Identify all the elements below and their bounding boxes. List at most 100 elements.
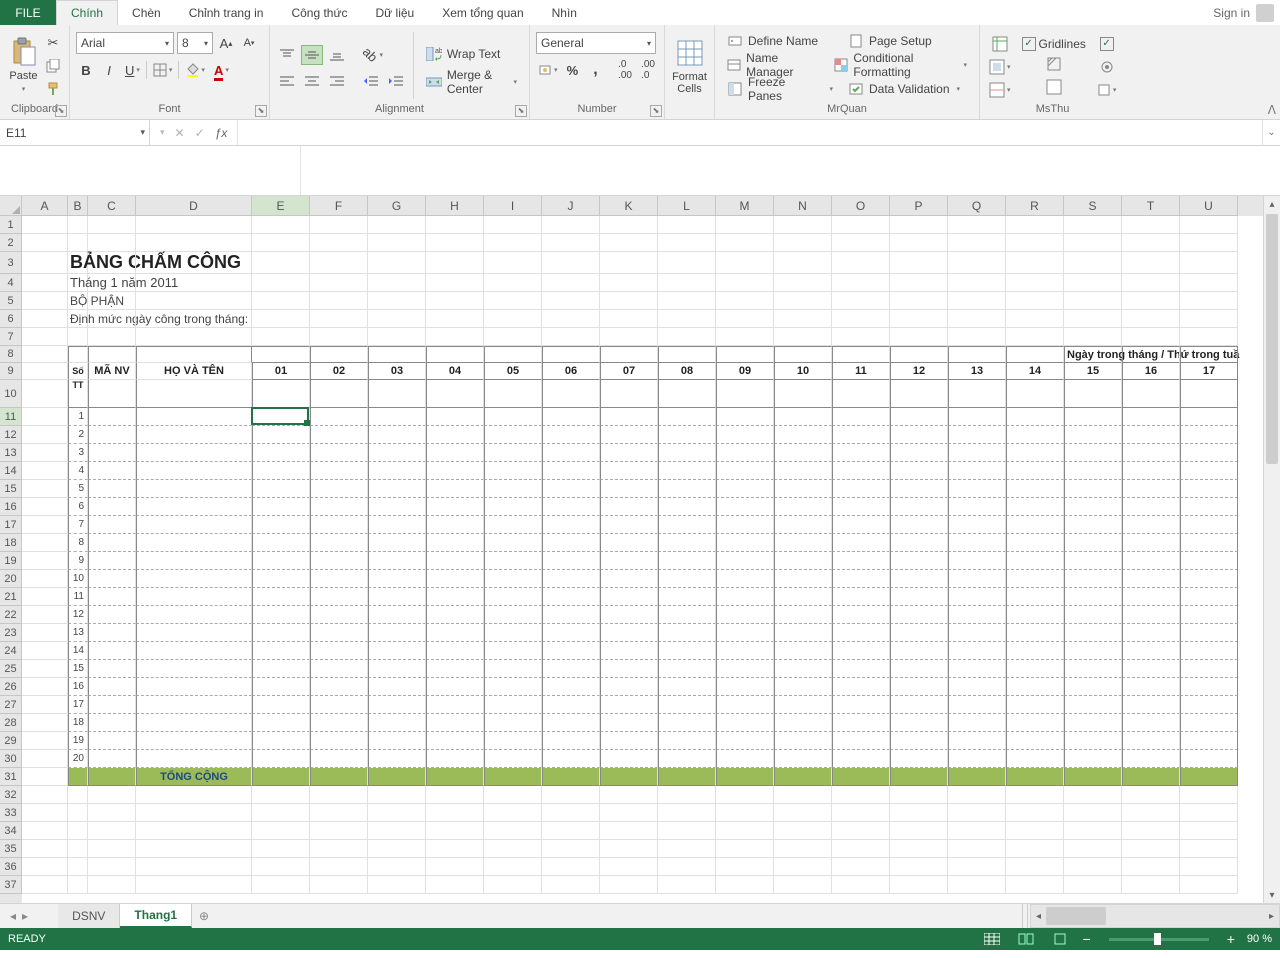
cell-L23[interactable] xyxy=(658,624,716,642)
tab-xem-tong-quan[interactable]: Xem tổng quan xyxy=(428,0,537,25)
cell-J33[interactable] xyxy=(542,804,600,822)
cell-N4[interactable] xyxy=(774,274,832,292)
cell-R2[interactable] xyxy=(1006,234,1064,252)
cell-A15[interactable] xyxy=(22,480,68,498)
cell-I4[interactable] xyxy=(484,274,542,292)
cell-O15[interactable] xyxy=(832,480,890,498)
cell-A3[interactable] xyxy=(22,252,68,274)
cell-J2[interactable] xyxy=(542,234,600,252)
cell-L11[interactable] xyxy=(658,408,716,426)
cell-C18[interactable] xyxy=(88,534,136,552)
cell-P33[interactable] xyxy=(890,804,948,822)
cell-D3[interactable] xyxy=(136,252,252,274)
view-page-break-button[interactable] xyxy=(1049,931,1071,947)
cell-N6[interactable] xyxy=(774,310,832,328)
cell-B16[interactable]: 6 xyxy=(68,498,88,516)
cell-M32[interactable] xyxy=(716,786,774,804)
cell-K18[interactable] xyxy=(600,534,658,552)
border-button[interactable] xyxy=(150,60,176,80)
cell-H37[interactable] xyxy=(426,876,484,894)
cell-R21[interactable] xyxy=(1006,588,1064,606)
cell-D31[interactable]: TỔNG CỘNG xyxy=(136,768,252,786)
cell-U37[interactable] xyxy=(1180,876,1238,894)
cell-J31[interactable] xyxy=(542,768,600,786)
cell-H34[interactable] xyxy=(426,822,484,840)
cell-F6[interactable] xyxy=(310,310,368,328)
cell-S6[interactable] xyxy=(1064,310,1122,328)
cell-D12[interactable] xyxy=(136,426,252,444)
tab-cong-thuc[interactable]: Công thức xyxy=(277,0,361,25)
cell-A24[interactable] xyxy=(22,642,68,660)
cell-Q31[interactable] xyxy=(948,768,1006,786)
cell-D20[interactable] xyxy=(136,570,252,588)
cell-O25[interactable] xyxy=(832,660,890,678)
cell-S17[interactable] xyxy=(1064,516,1122,534)
cell-E9[interactable]: 01 xyxy=(252,363,310,380)
cell-M1[interactable] xyxy=(716,216,774,234)
cell-F17[interactable] xyxy=(310,516,368,534)
row-header-33[interactable]: 33 xyxy=(0,804,22,822)
cell-K31[interactable] xyxy=(600,768,658,786)
cell-L20[interactable] xyxy=(658,570,716,588)
cell-P17[interactable] xyxy=(890,516,948,534)
cell-E33[interactable] xyxy=(252,804,310,822)
cell-F28[interactable] xyxy=(310,714,368,732)
cell-S36[interactable] xyxy=(1064,858,1122,876)
cell-G35[interactable] xyxy=(368,840,426,858)
cell-S11[interactable] xyxy=(1064,408,1122,426)
cell-U8[interactable] xyxy=(1180,346,1238,363)
cell-M22[interactable] xyxy=(716,606,774,624)
cell-H24[interactable] xyxy=(426,642,484,660)
cell-I3[interactable] xyxy=(484,252,542,274)
cell-G23[interactable] xyxy=(368,624,426,642)
cell-K8[interactable] xyxy=(600,346,658,363)
cell-B36[interactable] xyxy=(68,858,88,876)
zoom-out-button[interactable]: − xyxy=(1083,931,1091,947)
cell-E12[interactable] xyxy=(252,426,310,444)
cell-F15[interactable] xyxy=(310,480,368,498)
cell-R1[interactable] xyxy=(1006,216,1064,234)
cell-L4[interactable] xyxy=(658,274,716,292)
cell-Q33[interactable] xyxy=(948,804,1006,822)
cell-F29[interactable] xyxy=(310,732,368,750)
cell-M15[interactable] xyxy=(716,480,774,498)
cell-O30[interactable] xyxy=(832,750,890,768)
column-header-L[interactable]: L xyxy=(658,196,716,216)
cell-F16[interactable] xyxy=(310,498,368,516)
cell-I5[interactable] xyxy=(484,292,542,310)
cell-R29[interactable] xyxy=(1006,732,1064,750)
cell-P14[interactable] xyxy=(890,462,948,480)
cell-H17[interactable] xyxy=(426,516,484,534)
cell-I14[interactable] xyxy=(484,462,542,480)
align-right-button[interactable] xyxy=(326,71,348,91)
cell-R6[interactable] xyxy=(1006,310,1064,328)
cell-M16[interactable] xyxy=(716,498,774,516)
column-header-D[interactable]: D xyxy=(136,196,252,216)
cell-Q29[interactable] xyxy=(948,732,1006,750)
cell-J26[interactable] xyxy=(542,678,600,696)
cell-F27[interactable] xyxy=(310,696,368,714)
cell-E27[interactable] xyxy=(252,696,310,714)
cell-E6[interactable] xyxy=(252,310,310,328)
cell-P3[interactable] xyxy=(890,252,948,274)
cell-I2[interactable] xyxy=(484,234,542,252)
cell-A8[interactable] xyxy=(22,346,68,363)
cell-I27[interactable] xyxy=(484,696,542,714)
increase-decimal-button[interactable]: .0.00 xyxy=(615,60,635,80)
cell-R31[interactable] xyxy=(1006,768,1064,786)
cell-I11[interactable] xyxy=(484,408,542,426)
cell-A35[interactable] xyxy=(22,840,68,858)
column-header-B[interactable]: B xyxy=(68,196,88,216)
cell-U1[interactable] xyxy=(1180,216,1238,234)
cell-A32[interactable] xyxy=(22,786,68,804)
cell-O8[interactable] xyxy=(832,346,890,363)
cell-O10[interactable] xyxy=(832,380,890,408)
cell-R22[interactable] xyxy=(1006,606,1064,624)
cell-E13[interactable] xyxy=(252,444,310,462)
increase-indent-button[interactable] xyxy=(385,71,407,91)
cell-K32[interactable] xyxy=(600,786,658,804)
cell-R15[interactable] xyxy=(1006,480,1064,498)
cell-U35[interactable] xyxy=(1180,840,1238,858)
cell-N9[interactable]: 10 xyxy=(774,363,832,380)
cell-F13[interactable] xyxy=(310,444,368,462)
